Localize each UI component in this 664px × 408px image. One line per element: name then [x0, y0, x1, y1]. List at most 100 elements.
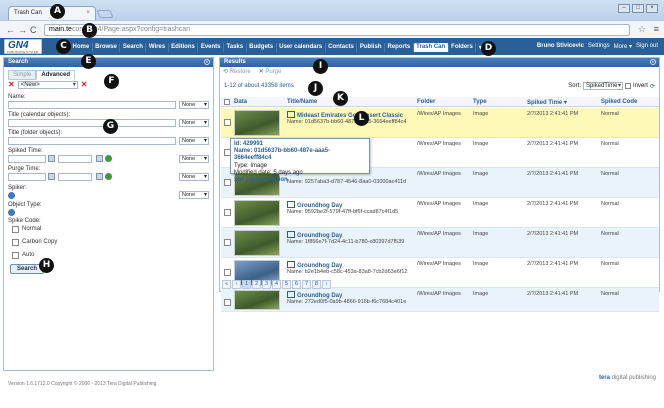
- clear-template-icon[interactable]: ✕: [81, 80, 88, 89]
- pager-page-3[interactable]: 3: [262, 280, 271, 289]
- table-row[interactable]: Mideast Emirates Golf Desert Classic Nam…: [221, 108, 659, 138]
- row-thumbnail[interactable]: [234, 230, 280, 256]
- nav-publish[interactable]: Publish: [357, 43, 385, 52]
- spiked-time-to[interactable]: [58, 155, 92, 163]
- table-row[interactable]: Groundhog Day Name: 1f856e7f-7d24-4c11-b…: [221, 228, 659, 258]
- nav-editions[interactable]: Editions: [169, 43, 199, 52]
- spiker-picker-icon[interactable]: [8, 192, 15, 199]
- purge-button[interactable]: ✕ Purge: [259, 68, 282, 75]
- col-folder[interactable]: Folder: [417, 99, 435, 105]
- tooltip-xml-link[interactable]: xml representation: [234, 177, 366, 184]
- pager-page-8[interactable]: 8: [312, 280, 321, 289]
- nav-home[interactable]: Home: [70, 43, 93, 52]
- title-folder-op-select[interactable]: None: [179, 137, 209, 145]
- row-thumbnail[interactable]: [234, 200, 280, 226]
- nav-contacts[interactable]: Contacts: [326, 43, 358, 52]
- panel-collapse-icon[interactable]: «: [650, 59, 656, 65]
- row-checkbox[interactable]: [224, 179, 231, 186]
- nav-reports[interactable]: Reports: [385, 43, 414, 52]
- title-calendar-op-select[interactable]: None: [179, 119, 209, 127]
- pager-page-1[interactable]: 1: [242, 280, 251, 289]
- row-title[interactable]: Groundhog Day: [287, 231, 342, 239]
- nav-events[interactable]: Events: [198, 43, 225, 52]
- more-menu[interactable]: More ▾: [614, 43, 632, 50]
- signout-link[interactable]: Sign out: [636, 43, 658, 50]
- row-title[interactable]: Groundhog Day: [287, 261, 342, 269]
- reload-icon[interactable]: C: [30, 25, 37, 35]
- col-spiked-code[interactable]: Spiked Code: [601, 99, 637, 105]
- row-checkbox[interactable]: [224, 209, 231, 216]
- purge-time-from[interactable]: [8, 173, 46, 181]
- name-input[interactable]: [8, 101, 176, 109]
- tab-advanced[interactable]: Advanced: [36, 70, 76, 80]
- row-checkbox[interactable]: [224, 239, 231, 246]
- pager-next[interactable]: ›: [322, 280, 331, 289]
- pager-prev[interactable]: ‹: [232, 280, 241, 289]
- pager-page-6[interactable]: 6: [292, 280, 301, 289]
- pager-page-5[interactable]: 5: [282, 280, 291, 289]
- spike-code-normal-checkbox[interactable]: [12, 226, 19, 233]
- tab-simple[interactable]: Simple: [8, 70, 37, 80]
- settings-link[interactable]: Settings: [588, 43, 610, 50]
- col-type[interactable]: Type: [473, 99, 487, 105]
- row-title[interactable]: Mideast Emirates Golf Desert Classic: [287, 111, 403, 119]
- row-title[interactable]: Groundhog Day: [287, 201, 342, 209]
- minimize-button[interactable]: –: [618, 4, 630, 13]
- row-checkbox[interactable]: [224, 269, 231, 276]
- pager-page-7[interactable]: 7: [302, 280, 311, 289]
- invert-checkbox[interactable]: [624, 83, 631, 89]
- row-thumbnail[interactable]: [234, 110, 280, 136]
- table-row[interactable]: Groundhog Day Name: 272ed0f5-0a9b-4866-9…: [221, 288, 659, 312]
- calendar-icon[interactable]: [96, 155, 103, 162]
- spike-code-auto-checkbox[interactable]: [12, 252, 19, 259]
- address-bar[interactable]: main.tecom/GN4/Page.aspx?config=trashcan: [44, 24, 630, 36]
- back-icon[interactable]: ←: [6, 25, 15, 35]
- user-name[interactable]: Bruno Stivicevic: [537, 43, 584, 50]
- spike-code-carbon-copy-checkbox[interactable]: [12, 239, 19, 246]
- row-thumbnail[interactable]: [234, 290, 280, 310]
- nav-user-calendars[interactable]: User calendars: [277, 43, 326, 52]
- calendar-icon[interactable]: [96, 173, 103, 180]
- nav-tasks[interactable]: Tasks: [224, 43, 247, 52]
- title-calendar-input[interactable]: [8, 119, 176, 127]
- tab-close-icon[interactable]: ×: [86, 10, 90, 16]
- purge-time-to[interactable]: [58, 173, 92, 181]
- maximize-button[interactable]: □: [632, 4, 644, 13]
- spiker-op-select[interactable]: None: [179, 191, 209, 199]
- col-spiked-time[interactable]: Spiked Time ▾: [527, 99, 567, 106]
- new-tab-button[interactable]: [96, 10, 114, 18]
- template-select[interactable]: <New>: [17, 80, 78, 89]
- row-checkbox[interactable]: [224, 299, 231, 306]
- forward-icon[interactable]: →: [18, 25, 27, 35]
- row-title[interactable]: Groundhog Day: [287, 291, 342, 299]
- browser-menu-icon[interactable]: ≡: [654, 24, 659, 34]
- nav-browse[interactable]: Browse: [93, 43, 121, 52]
- nav-budgets[interactable]: Budgets: [247, 43, 277, 52]
- bookmark-star-icon[interactable]: ☆: [638, 24, 646, 35]
- name-op-select[interactable]: None: [179, 101, 209, 109]
- purge-time-op-select[interactable]: None: [179, 173, 209, 181]
- nav-folders[interactable]: Folders: [449, 43, 477, 52]
- calendar-icon[interactable]: [48, 155, 55, 162]
- refresh-icon[interactable]: ⟳: [650, 83, 655, 90]
- clock-icon[interactable]: [105, 155, 112, 162]
- pager-page-4[interactable]: 4: [272, 280, 281, 289]
- pager-page-2[interactable]: 2: [252, 280, 261, 289]
- nav-wires[interactable]: Wires: [146, 43, 169, 52]
- delete-template-icon[interactable]: ✕: [8, 80, 15, 89]
- restore-button[interactable]: ⟲ Restore: [223, 68, 251, 75]
- sort-select[interactable]: SpikedTime: [582, 82, 623, 90]
- clock-icon[interactable]: [105, 173, 112, 180]
- spiked-time-op-select[interactable]: None: [179, 155, 209, 163]
- spiked-time-from[interactable]: [8, 155, 46, 163]
- nav-search[interactable]: Search: [120, 43, 147, 52]
- nav-trash-can[interactable]: Trash Can: [413, 43, 449, 52]
- table-row[interactable]: Groundhog Day Name: 9592be2f-579f-47ff-b…: [221, 198, 659, 228]
- select-all-checkbox[interactable]: [224, 99, 230, 105]
- row-checkbox[interactable]: [224, 119, 231, 126]
- close-window-button[interactable]: ×: [646, 4, 658, 13]
- col-title-name[interactable]: Title/Name: [287, 99, 317, 105]
- calendar-icon[interactable]: [48, 173, 55, 180]
- pager-first[interactable]: «: [222, 280, 231, 289]
- panel-collapse-icon[interactable]: «: [204, 59, 210, 65]
